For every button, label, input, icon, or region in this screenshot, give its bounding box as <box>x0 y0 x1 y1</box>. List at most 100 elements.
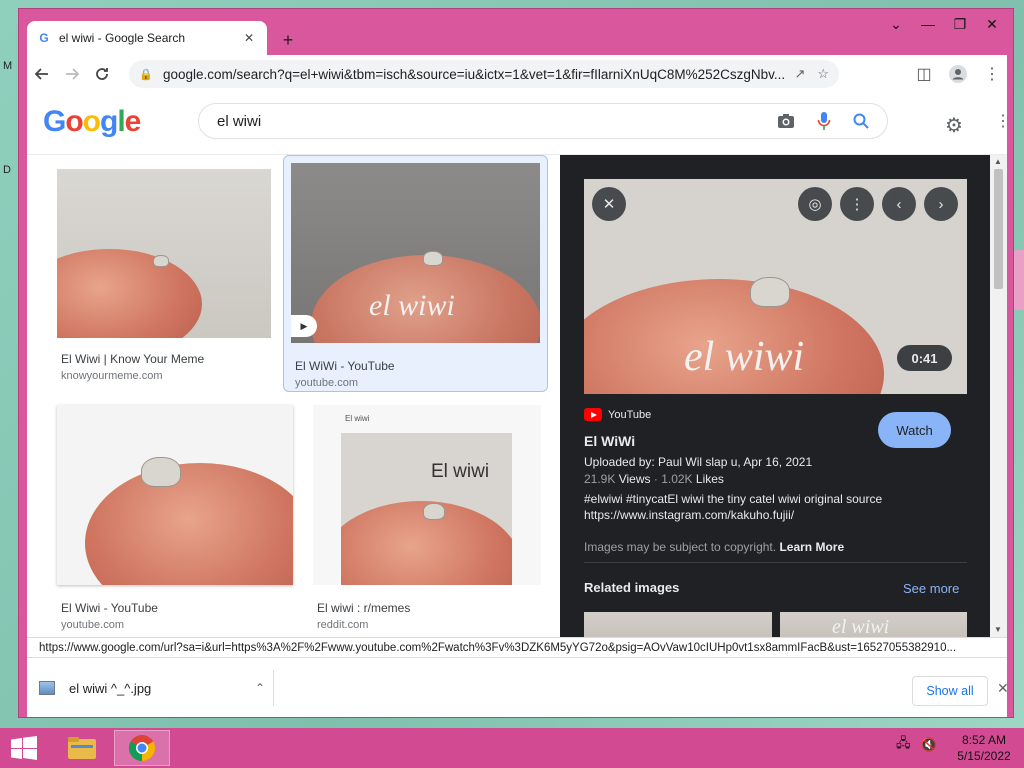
download-item[interactable]: el wiwi ^_^.jpg ⌃ <box>39 672 265 704</box>
folder-icon <box>68 737 96 759</box>
result-thumbnail[interactable] <box>57 169 271 338</box>
chrome-icon <box>128 735 156 762</box>
chrome-menu-icon[interactable]: ⋮ <box>977 59 1007 89</box>
result-title[interactable]: El Wiwi | Know Your Meme <box>61 352 204 366</box>
side-panel-icon[interactable]: ◫ <box>909 59 939 89</box>
chrome-window: ⌄ — ❐ ✕ G el wiwi - Google Search ✕ + 🔒 … <box>18 8 1014 718</box>
close-icon: ✕ <box>602 196 616 213</box>
video-description-link: https://www.instagram.com/kakuho.fujii/ <box>584 508 795 522</box>
result-domain: youtube.com <box>61 619 124 631</box>
back-button[interactable] <box>27 59 57 89</box>
finger-image <box>57 249 202 338</box>
status-bubble: https://www.google.com/url?sa=i&url=http… <box>27 637 1007 657</box>
address-url[interactable]: google.com/search?q=el+wiwi&tbm=isch&sou… <box>163 67 794 82</box>
clock-time: 8:52 AM <box>961 733 1007 747</box>
finger-image <box>85 463 293 585</box>
profile-avatar-icon[interactable] <box>943 59 973 89</box>
taskbar-clock[interactable]: 8:52 AM 5/15/2022 <box>950 732 1018 764</box>
download-file-name[interactable]: el wiwi ^_^.jpg <box>69 681 255 696</box>
result-title[interactable]: El wiwi : r/memes <box>317 601 410 615</box>
result-title[interactable]: El Wiwi - YouTube <box>61 601 158 615</box>
system-tray: 🖧 🔇 <box>896 734 937 756</box>
tiny-cat-image <box>423 503 445 520</box>
preview-image[interactable]: el wiwi ✕ ◎ ⋮ ‹ › 0:41 <box>584 179 967 394</box>
arrow-right-icon <box>66 68 80 80</box>
search-icon[interactable] <box>853 113 869 129</box>
thumbnail-caption: El wiwi <box>345 414 370 423</box>
address-bar[interactable]: 🔒 google.com/search?q=el+wiwi&tbm=isch&s… <box>129 60 839 88</box>
desktop-icon-label-fragment[interactable]: M <box>3 60 12 72</box>
tab-title: el wiwi - Google Search <box>59 31 186 45</box>
learn-more-link[interactable]: Learn More <box>779 540 844 554</box>
tiny-cat-image <box>423 251 443 266</box>
show-all-button[interactable]: Show all <box>912 676 988 706</box>
close-tab-icon[interactable]: ✕ <box>241 30 257 46</box>
preview-source[interactable]: YouTube <box>584 408 651 421</box>
related-image-thumbnail[interactable] <box>584 612 772 637</box>
new-tab-button[interactable]: + <box>277 29 299 51</box>
preview-title[interactable]: El WiWi <box>584 433 635 449</box>
taskbar-file-explorer[interactable] <box>54 730 110 766</box>
taskbar-chrome[interactable] <box>114 730 170 766</box>
scrollbar-thumb[interactable] <box>994 169 1003 289</box>
forward-button[interactable] <box>57 59 87 89</box>
reddit-image: El wiwi <box>341 433 512 585</box>
upload-info: Uploaded by: Paul Wil slap u, Apr 16, 20… <box>584 455 813 469</box>
page-scrollbar[interactable]: ▲ ▼ <box>990 155 1007 637</box>
more-options-button[interactable]: ⋮ <box>840 187 874 221</box>
download-shelf: el wiwi ^_^.jpg ⌃ Show all ✕ <box>27 657 1009 717</box>
apps-grid-icon[interactable]: ⋮⋮ <box>995 111 1007 131</box>
views-label: Views <box>618 472 651 486</box>
close-shelf-icon[interactable]: ✕ <box>997 680 1009 697</box>
logo-letter: l <box>117 105 125 138</box>
arrow-left-icon <box>34 68 48 80</box>
scroll-down-arrow-icon[interactable]: ▼ <box>994 625 1002 634</box>
camera-icon[interactable] <box>777 113 795 129</box>
share-icon[interactable]: ↗ <box>794 66 805 82</box>
see-more-link[interactable]: See more <box>903 581 959 596</box>
image-result-card[interactable]: El wiwi El wiwi El wiwi : r/memes reddit… <box>313 405 541 631</box>
result-thumbnail[interactable]: El wiwi El wiwi <box>313 405 541 585</box>
bookmark-star-icon[interactable]: ☆ <box>817 66 829 82</box>
divider <box>273 670 274 706</box>
related-images-heading: Related images <box>584 580 680 595</box>
start-button[interactable] <box>10 736 38 760</box>
related-image-thumbnail[interactable]: el wiwi <box>780 612 967 637</box>
tab-google-search[interactable]: G el wiwi - Google Search ✕ <box>27 21 267 55</box>
result-title[interactable]: El WiWi - YouTube <box>295 359 395 373</box>
taskbar: 🖧 🔇 8:52 AM 5/15/2022 <box>0 728 1024 768</box>
chevron-up-icon[interactable]: ⌃ <box>255 681 265 695</box>
previous-image-button[interactable]: ‹ <box>882 187 916 221</box>
views-count: 21.9K <box>584 472 616 486</box>
source-name[interactable]: YouTube <box>608 409 651 421</box>
handwritten-text: El wiwi <box>431 461 490 482</box>
next-image-button[interactable]: › <box>924 187 958 221</box>
close-preview-button[interactable]: ✕ <box>592 187 626 221</box>
video-overlay-text: el wiwi <box>369 289 455 322</box>
search-input[interactable]: el wiwi <box>198 103 888 139</box>
browser-toolbar: 🔒 google.com/search?q=el+wiwi&tbm=isch&s… <box>27 55 1007 93</box>
watch-button[interactable]: Watch <box>878 412 951 448</box>
more-vert-icon: ⋮ <box>849 196 865 213</box>
result-thumbnail[interactable]: el wiwi ▶ <box>291 163 540 343</box>
image-result-card[interactable]: El Wiwi | Know Your Meme knowyourmeme.co… <box>57 169 271 389</box>
desktop-icon-label-fragment[interactable]: D <box>3 164 11 176</box>
lock-icon[interactable]: 🔒 <box>139 68 153 81</box>
result-thumbnail[interactable] <box>57 405 293 585</box>
image-result-card[interactable]: El Wiwi - YouTube youtube.com <box>57 405 293 631</box>
likes-label: Likes <box>695 472 724 486</box>
search-query[interactable]: el wiwi <box>217 113 777 130</box>
settings-gear-icon[interactable]: ⚙ <box>945 113 963 138</box>
image-result-card[interactable]: el wiwi ▶ El WiWi - YouTube youtube.com <box>291 163 540 389</box>
google-logo[interactable]: Google <box>43 105 141 139</box>
status-url: https://www.google.com/url?sa=i&url=http… <box>39 641 957 654</box>
video-duration-badge: 0:41 <box>897 345 952 371</box>
network-icon[interactable]: 🖧 <box>896 734 911 756</box>
reload-button[interactable] <box>87 59 117 89</box>
volume-muted-icon[interactable]: 🔇 <box>921 737 937 753</box>
lens-search-button[interactable]: ◎ <box>798 187 832 221</box>
scroll-up-arrow-icon[interactable]: ▲ <box>994 157 1002 166</box>
result-domain: youtube.com <box>295 377 358 389</box>
microphone-icon[interactable] <box>817 111 831 131</box>
result-domain: knowyourmeme.com <box>61 370 163 382</box>
